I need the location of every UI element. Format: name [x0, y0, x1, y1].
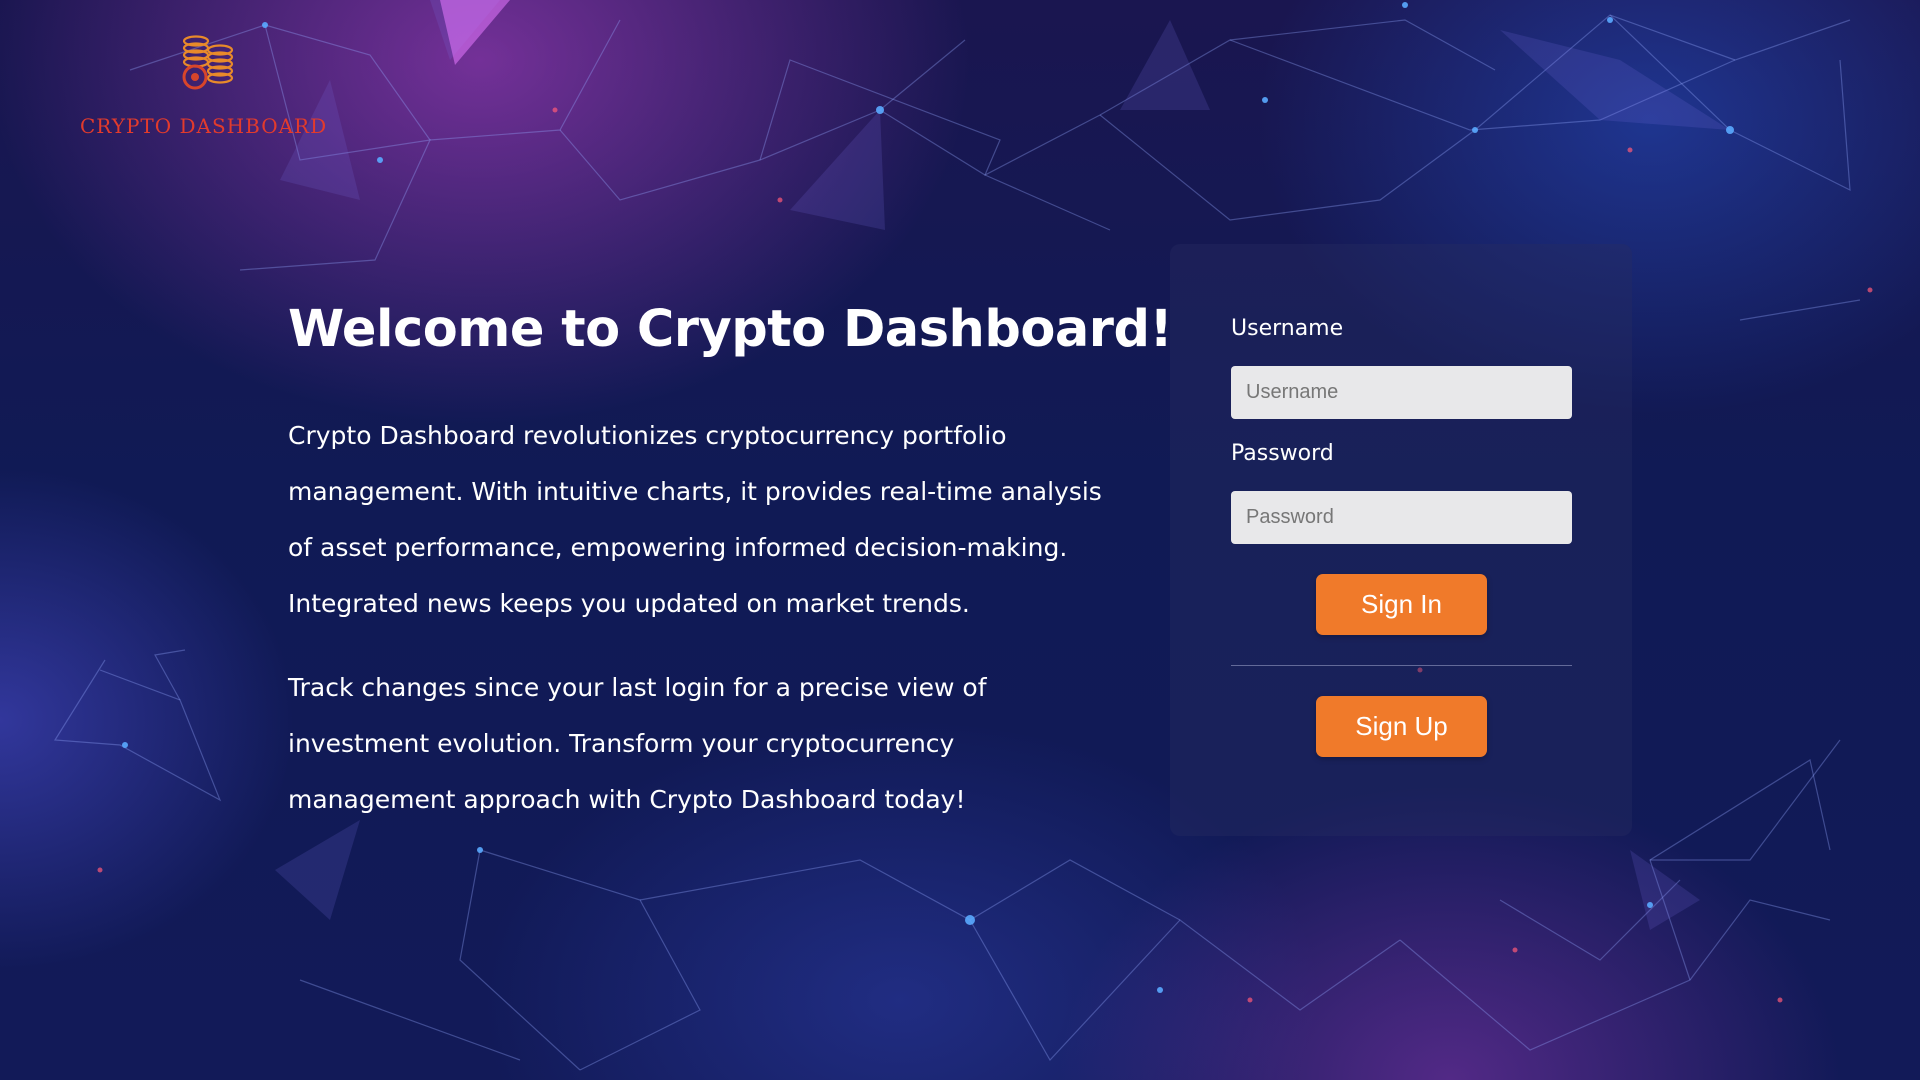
coin-stack-icon: [182, 35, 234, 90]
sign-in-button[interactable]: Sign In: [1316, 574, 1487, 635]
intro-paragraph-1: Crypto Dashboard revolutionizes cryptocu…: [288, 421, 1102, 618]
divider: [1231, 665, 1572, 666]
sign-up-button[interactable]: Sign Up: [1316, 696, 1487, 757]
intro-section: Welcome to Crypto Dashboard! Crypto Dash…: [288, 292, 1173, 856]
intro-paragraph-2: Track changes since your last login for …: [288, 673, 987, 814]
username-label: Username: [1231, 316, 1344, 341]
password-label: Password: [1231, 441, 1334, 466]
username-input[interactable]: [1231, 366, 1572, 419]
login-card: Username Password Sign In Sign Up: [1170, 244, 1632, 836]
password-input[interactable]: [1231, 491, 1572, 544]
page-title: Welcome to Crypto Dashboard!: [288, 300, 1173, 359]
brand-name: CRYPTO DASHBOARD: [80, 114, 328, 138]
